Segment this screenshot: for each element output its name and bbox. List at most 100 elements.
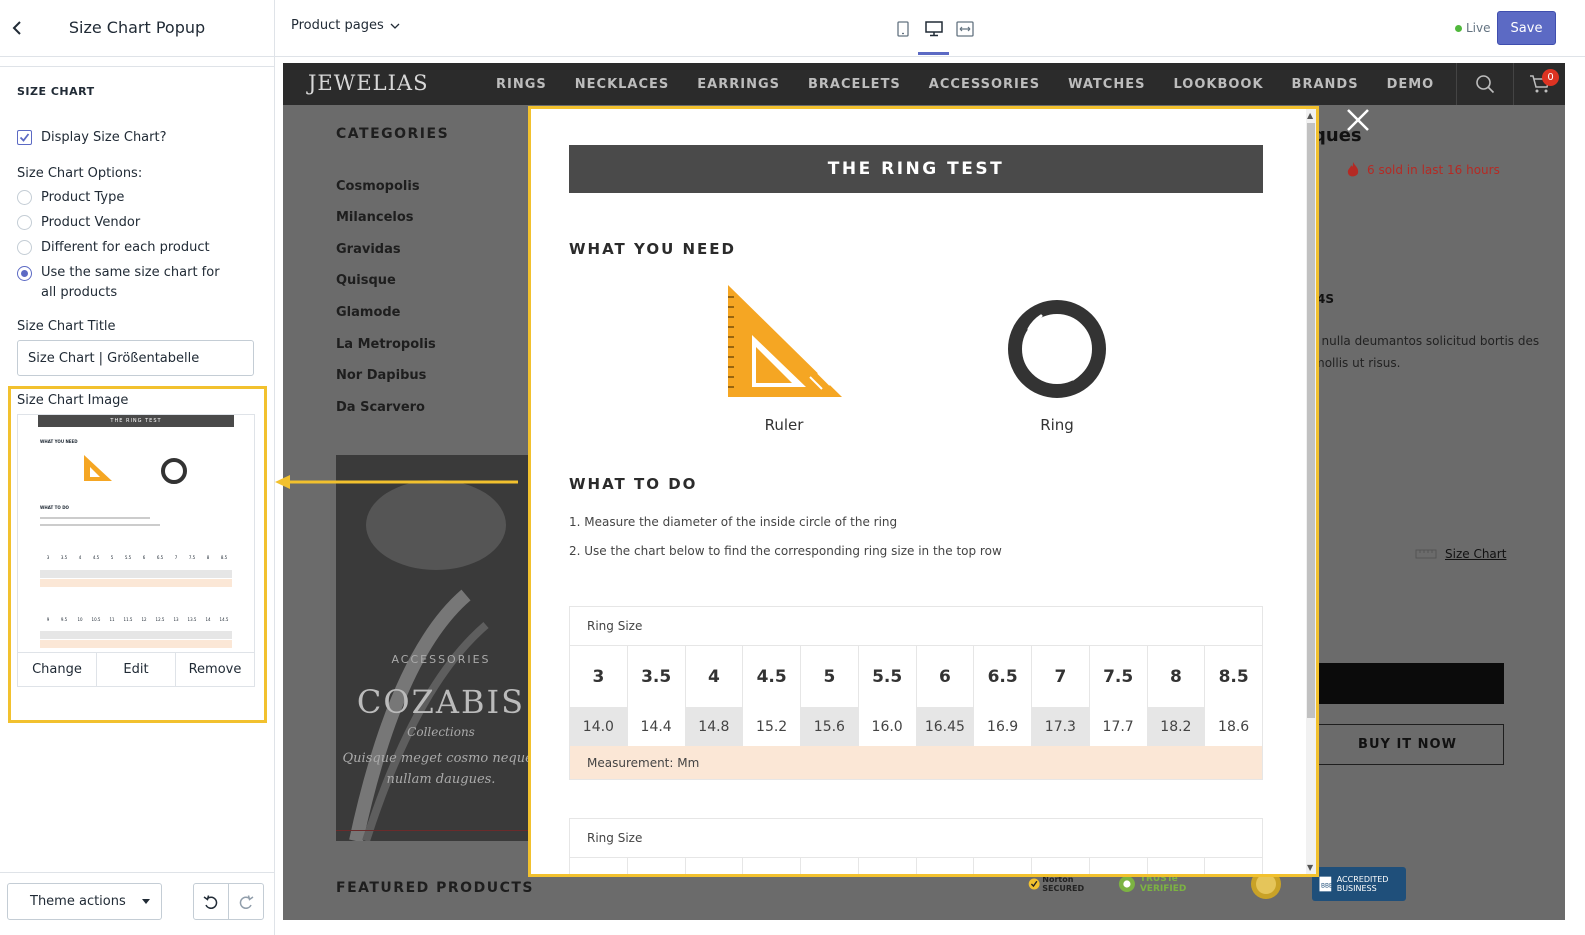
expand-width-icon — [955, 21, 974, 37]
undo-button[interactable] — [194, 884, 229, 919]
mm-cell: 16.9 — [974, 707, 1032, 746]
scroll-down-icon[interactable]: ▼ — [1307, 863, 1313, 872]
nav-item-watches[interactable]: WATCHES — [1068, 77, 1145, 92]
store-search-button[interactable] — [1456, 63, 1513, 105]
search-icon — [1476, 75, 1495, 94]
thumb-size-cell: 13 — [173, 617, 179, 622]
option-product-type[interactable]: Product Type — [17, 190, 124, 205]
theme-actions-button[interactable]: Theme actions — [7, 883, 162, 920]
ring-label: Ring — [1040, 416, 1074, 434]
checkbox-label: Display Size Chart? — [41, 130, 167, 145]
ring-size-label: Ring Size — [570, 607, 1262, 646]
size-cell: 6 — [917, 646, 975, 707]
bbb-badge-text: ACCREDITED BUSINESS — [1336, 875, 1389, 893]
size-cell: 6.5 — [974, 646, 1032, 707]
category-link[interactable]: Gravidas — [336, 242, 401, 257]
store-cart-button[interactable]: 0 — [1513, 63, 1565, 105]
size-cell: 5.5 — [859, 646, 917, 707]
edit-image-button[interactable]: Edit — [97, 653, 176, 686]
category-link[interactable]: Milancelos — [336, 210, 414, 225]
option-same-size-chart[interactable]: Use the same size chart for all products — [17, 265, 237, 303]
option-different-each[interactable]: Different for each product — [17, 240, 210, 255]
options-label: Size Chart Options: — [17, 166, 143, 181]
thumb-header: THE RING TEST — [38, 415, 234, 427]
fullscreen-view-button[interactable] — [949, 14, 980, 44]
buy-it-now-button[interactable]: BUY IT NOW — [1311, 724, 1504, 765]
nav-item-lookbook[interactable]: LOOKBOOK — [1173, 77, 1263, 92]
top-bar: Product pages Live Save — [275, 0, 1585, 57]
add-to-cart-button[interactable] — [1311, 663, 1504, 704]
live-dot-icon — [1455, 24, 1462, 32]
title-field-label: Size Chart Title — [17, 319, 116, 334]
thumb-size-cell: 14.5 — [219, 617, 229, 622]
thumb-step-line — [40, 524, 160, 526]
banner-accent-line — [336, 830, 528, 831]
nav-item-demo[interactable]: DEMO — [1387, 77, 1435, 92]
sidebar-title: Size Chart Popup — [68, 18, 206, 37]
close-icon[interactable] — [1346, 108, 1370, 132]
ring-size-row: 3 3.5 4 4.5 5 5.5 6 6.5 7 7.5 8 8.5 — [570, 646, 1262, 707]
checkbox-checked[interactable] — [17, 130, 32, 145]
change-image-button[interactable]: Change — [18, 653, 97, 686]
thumbnail-image: THE RING TEST WHAT YOU NEED WHAT TO DO 3… — [38, 415, 234, 652]
store-logo[interactable]: JEWELIAS — [308, 71, 428, 95]
radio-button[interactable] — [17, 240, 32, 255]
size-chart-link[interactable]: Size Chart — [1415, 547, 1506, 561]
measurement-unit-row: Measurement: Mm — [570, 746, 1262, 779]
scrollbar-thumb[interactable] — [1307, 123, 1315, 718]
option-product-vendor[interactable]: Product Vendor — [17, 215, 140, 230]
option-label: Product Vendor — [41, 215, 141, 230]
ruler-icon — [728, 285, 842, 397]
thumb-size-cell: 3.5 — [60, 555, 68, 560]
size-chart-title-input[interactable] — [17, 340, 254, 376]
category-link[interactable]: Quisque — [336, 273, 396, 288]
nav-item-bracelets[interactable]: BRACELETS — [808, 77, 901, 92]
popup-scrollbar[interactable]: ▲ ▼ — [1306, 109, 1316, 874]
what-to-do-title: WHAT TO DO — [569, 475, 698, 493]
collection-banner[interactable]: ACCESSORIES COZABIS Collections Quisque … — [336, 455, 528, 841]
desktop-view-button[interactable] — [918, 14, 949, 55]
size-cell: 5 — [801, 646, 859, 707]
store-nav: JEWELIAS RINGS NECKLACES EARRINGS BRACEL… — [283, 63, 1565, 105]
norton-check-icon — [1028, 878, 1040, 890]
nav-item-rings[interactable]: RINGS — [496, 77, 547, 92]
category-link[interactable]: La Metropolis — [336, 337, 436, 352]
category-link[interactable]: Da Scarvero — [336, 400, 425, 415]
category-link[interactable]: Glamode — [336, 305, 401, 320]
svg-text:BBB: BBB — [1321, 884, 1333, 890]
size-chart-link-label: Size Chart — [1445, 547, 1507, 561]
radio-button-selected[interactable] — [17, 266, 32, 281]
category-link[interactable]: Cosmopolis — [336, 179, 420, 194]
save-button[interactable]: Save — [1497, 11, 1556, 45]
ring-size-table: Ring Size 3 3.5 4 4.5 5 5.5 6 6.5 7 7.5 … — [569, 606, 1263, 780]
radio-button[interactable] — [17, 190, 32, 205]
size-chart-image-section: Size Chart Image THE RING TEST WHAT YOU … — [8, 386, 267, 723]
size-chart-thumbnail[interactable]: THE RING TEST WHAT YOU NEED WHAT TO DO 3… — [17, 414, 255, 653]
banner-tag: ACCESSORIES — [391, 653, 491, 666]
scroll-up-icon[interactable]: ▲ — [1307, 111, 1313, 120]
arrow-annotation-icon — [275, 475, 518, 489]
redo-button[interactable] — [229, 884, 263, 919]
nav-item-necklaces[interactable]: NECKLACES — [575, 77, 670, 92]
fire-icon — [1347, 162, 1359, 177]
display-size-chart-checkbox[interactable]: Display Size Chart? — [17, 130, 167, 145]
thumb-size-cell: 4.5 — [92, 555, 100, 560]
mm-cell: 14.8 — [685, 707, 744, 746]
categories-title: CATEGORIES — [336, 126, 450, 142]
mm-cell: 15.6 — [801, 707, 859, 746]
nav-item-accessories[interactable]: ACCESSORIES — [929, 77, 1040, 92]
page-selector[interactable]: Product pages — [291, 18, 400, 33]
mobile-view-button[interactable] — [887, 14, 918, 44]
thumb-need: WHAT YOU NEED — [40, 439, 78, 444]
radio-button[interactable] — [17, 215, 32, 230]
thumb-size-cell: 11.5 — [123, 617, 133, 622]
category-link[interactable]: Nor Dapibus — [336, 368, 426, 383]
nav-item-brands[interactable]: BRANDS — [1292, 77, 1359, 92]
remove-image-button[interactable]: Remove — [176, 653, 254, 686]
size-cell: 3.5 — [628, 646, 686, 707]
product-description-fragment: t nulla deumantos solicitud bortis des m… — [1313, 334, 1540, 370]
bbb-badge: BBB ACCREDITED BUSINESS — [1312, 867, 1406, 901]
nav-item-earrings[interactable]: EARRINGS — [697, 77, 780, 92]
thumb-size-cell: 7.5 — [188, 555, 196, 560]
mm-cell: 16.45 — [916, 707, 975, 746]
